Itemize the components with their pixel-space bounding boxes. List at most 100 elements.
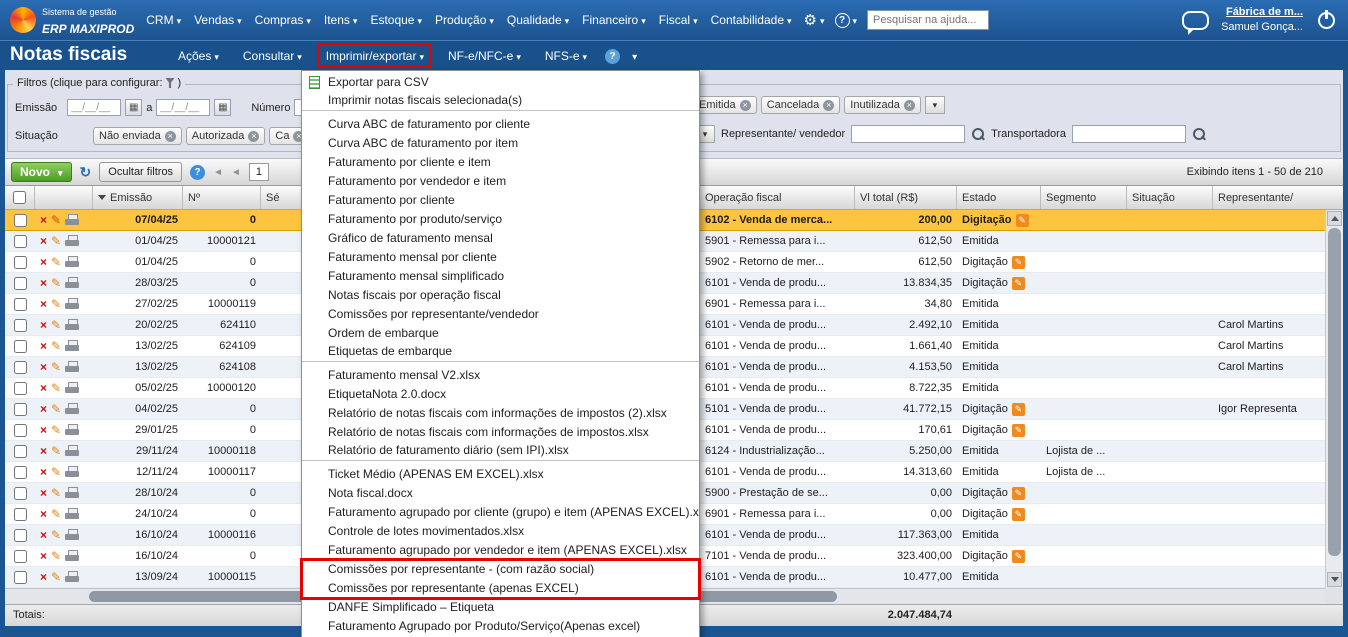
titlebar-menu-item[interactable]: Ações — [172, 46, 225, 66]
menu-item[interactable]: Ticket Médio (APENAS EM EXCEL).xlsx — [302, 465, 699, 484]
row-checkbox[interactable] — [13, 339, 27, 353]
print-icon[interactable] — [65, 486, 80, 500]
menu-item[interactable]: Nota fiscal.docx — [302, 484, 699, 503]
menu-item[interactable]: Comissões por representante/vendedor — [302, 305, 699, 324]
estado-edit-icon[interactable] — [1011, 276, 1025, 290]
search-icon[interactable] — [971, 127, 985, 141]
prev-page-icon[interactable] — [231, 166, 241, 178]
edit-icon[interactable] — [51, 567, 61, 587]
menu-item[interactable]: Comissões por representante (apenas EXCE… — [302, 579, 699, 598]
menu-item[interactable]: Faturamento por produto/serviço — [302, 210, 699, 229]
header-emissao[interactable]: Emissão — [93, 186, 183, 209]
menu-item[interactable]: Faturamento agrupado por cliente (grupo)… — [302, 503, 699, 522]
row-checkbox[interactable] — [13, 444, 27, 458]
menu-item[interactable]: Faturamento por vendedor e item — [302, 172, 699, 191]
chevron-down-icon[interactable] — [632, 49, 637, 63]
delete-icon[interactable] — [40, 483, 47, 503]
menu-item[interactable]: Faturamento por cliente e item — [302, 153, 699, 172]
menu-item[interactable]: Comissões por representante - (com razão… — [302, 560, 699, 579]
estado-edit-icon[interactable] — [1011, 423, 1025, 437]
row-checkbox[interactable] — [13, 213, 27, 227]
topbar-menu-item[interactable]: Contabilidade — [711, 13, 792, 27]
situacao-tag[interactable]: Autorizada — [185, 127, 266, 145]
topbar-menu-item[interactable]: Qualidade — [507, 13, 569, 27]
first-page-icon[interactable] — [213, 166, 223, 178]
select-all-checkbox[interactable] — [13, 191, 26, 204]
print-icon[interactable] — [65, 276, 80, 290]
help-icon[interactable] — [605, 48, 621, 64]
menu-item[interactable]: Ordem de embarque — [302, 324, 699, 343]
edit-icon[interactable] — [51, 546, 61, 566]
print-icon[interactable] — [65, 465, 80, 479]
print-icon[interactable] — [65, 213, 80, 227]
menu-item[interactable]: Relatório de notas fiscais com informaçõ… — [302, 404, 699, 423]
novo-button[interactable]: Novo — [11, 162, 72, 182]
delete-icon[interactable] — [40, 546, 47, 566]
delete-icon[interactable] — [40, 399, 47, 419]
edit-icon[interactable] — [51, 504, 61, 524]
menu-item[interactable]: Faturamento mensal V2.xlsx — [302, 366, 699, 385]
header-serie[interactable]: Sé — [261, 186, 303, 209]
delete-icon[interactable] — [40, 294, 47, 314]
row-checkbox[interactable] — [13, 486, 27, 500]
print-icon[interactable] — [65, 402, 80, 416]
print-icon[interactable] — [65, 381, 80, 395]
scroll-down-button[interactable] — [1327, 572, 1342, 587]
delete-icon[interactable] — [40, 441, 47, 461]
header-representante[interactable]: Representante/ — [1213, 186, 1325, 209]
remove-tag-icon[interactable] — [739, 99, 751, 111]
page-number-box[interactable]: 1 — [248, 163, 269, 181]
print-icon[interactable] — [65, 549, 80, 563]
edit-icon[interactable] — [51, 315, 61, 335]
ocultar-filtros-button[interactable]: Ocultar filtros — [99, 162, 183, 182]
estado-edit-icon[interactable] — [1011, 549, 1025, 563]
menu-item[interactable]: Relatório de faturamento diário (sem IPI… — [302, 442, 699, 461]
scroll-up-button[interactable] — [1327, 211, 1342, 226]
settings-menu[interactable] — [804, 11, 825, 30]
menu-item[interactable]: Etiquetas de embarque — [302, 343, 699, 362]
delete-icon[interactable] — [40, 336, 47, 356]
remove-tag-icon[interactable] — [248, 130, 260, 142]
row-checkbox[interactable] — [13, 255, 27, 269]
topbar-menu-item[interactable]: CRM — [146, 13, 181, 27]
estado-edit-icon[interactable] — [1011, 255, 1025, 269]
remove-tag-icon[interactable] — [164, 130, 176, 142]
menu-item[interactable]: Gráfico de faturamento mensal — [302, 229, 699, 248]
menu-item[interactable]: Faturamento por cliente — [302, 191, 699, 210]
situacao-tag[interactable]: Não enviada — [93, 127, 182, 145]
edit-icon[interactable] — [51, 231, 61, 251]
edit-icon[interactable] — [51, 399, 61, 419]
representante-input[interactable] — [851, 125, 966, 143]
print-icon[interactable] — [65, 423, 80, 437]
help-menu[interactable] — [834, 11, 858, 29]
edit-icon[interactable] — [51, 483, 61, 503]
menu-item[interactable]: Exportar para CSV — [302, 73, 699, 92]
print-icon[interactable] — [65, 570, 80, 584]
row-checkbox[interactable] — [13, 318, 27, 332]
menu-item[interactable]: Faturamento Agrupado por Produto/Serviço… — [302, 617, 699, 636]
menu-item[interactable]: Faturamento mensal por cliente — [302, 248, 699, 267]
print-icon[interactable] — [65, 255, 80, 269]
delete-icon[interactable] — [40, 273, 47, 293]
topbar-menu-item[interactable]: Estoque — [370, 13, 422, 27]
row-checkbox[interactable] — [13, 360, 27, 374]
titlebar-menu-item[interactable]: NF-e/NFC-e — [442, 46, 527, 66]
delete-icon[interactable] — [40, 525, 47, 545]
menu-item[interactable]: Curva ABC de faturamento por item — [302, 134, 699, 153]
estado-edit-icon[interactable] — [1011, 507, 1025, 521]
menu-item[interactable]: Faturamento mensal simplificado — [302, 267, 699, 286]
header-operacao[interactable]: Operação fiscal — [700, 186, 855, 209]
status-tag[interactable]: Cancelada — [760, 96, 841, 114]
emissao-end-input[interactable] — [156, 99, 211, 116]
titlebar-menu-item[interactable]: Imprimir/exportar — [320, 46, 430, 66]
row-checkbox[interactable] — [13, 465, 27, 479]
menu-item[interactable]: Faturamento agrupado por vendedor e item… — [302, 541, 699, 560]
print-icon[interactable] — [65, 360, 80, 374]
print-icon[interactable] — [65, 444, 80, 458]
menu-item[interactable]: DANFE Simplificado – Etiqueta — [302, 598, 699, 617]
help-icon[interactable] — [190, 164, 206, 180]
estado-edit-icon[interactable] — [1011, 402, 1025, 416]
topbar-menu-item[interactable]: Itens — [324, 13, 358, 27]
print-icon[interactable] — [65, 507, 80, 521]
calendar-icon[interactable] — [214, 99, 232, 116]
